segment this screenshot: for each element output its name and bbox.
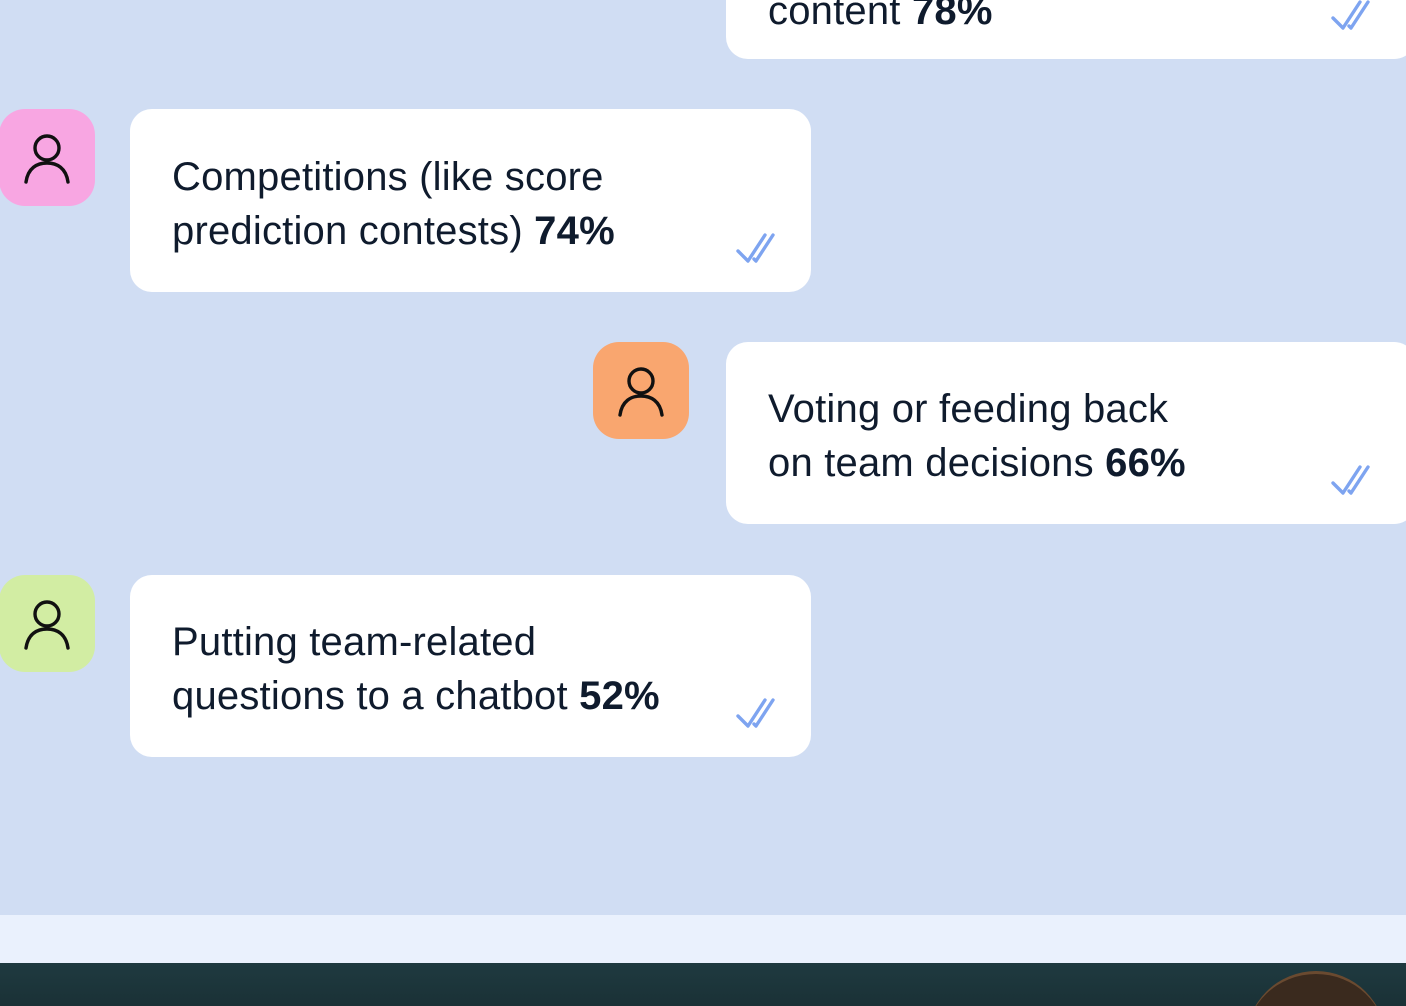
double-check-icon <box>736 233 775 263</box>
message-bubble: Competitions (like score prediction cont… <box>130 109 811 292</box>
avatar <box>0 575 95 672</box>
chat-thread: content 78% Competitions (like score pre… <box>0 0 1406 915</box>
photo-subject <box>1246 971 1386 1006</box>
avatar <box>0 109 95 206</box>
double-check-icon <box>1331 465 1370 495</box>
message-text: Voting or feeding back on team decisions… <box>768 387 1186 485</box>
avatar <box>593 342 689 439</box>
double-check-icon <box>1331 0 1370 30</box>
message-text: content 78% <box>768 0 993 33</box>
message-text: Competitions (like score prediction cont… <box>172 155 615 253</box>
message-text: Putting team-related questions to a chat… <box>172 620 660 718</box>
section-divider <box>0 915 1406 963</box>
message-bubble: content 78% <box>726 0 1406 59</box>
user-icon <box>24 133 70 184</box>
message-bubble: Voting or feeding back on team decisions… <box>726 342 1406 524</box>
photo-banner <box>0 963 1406 1006</box>
double-check-icon <box>736 698 775 728</box>
user-icon <box>618 366 664 417</box>
user-icon <box>24 599 70 650</box>
message-bubble: Putting team-related questions to a chat… <box>130 575 811 757</box>
